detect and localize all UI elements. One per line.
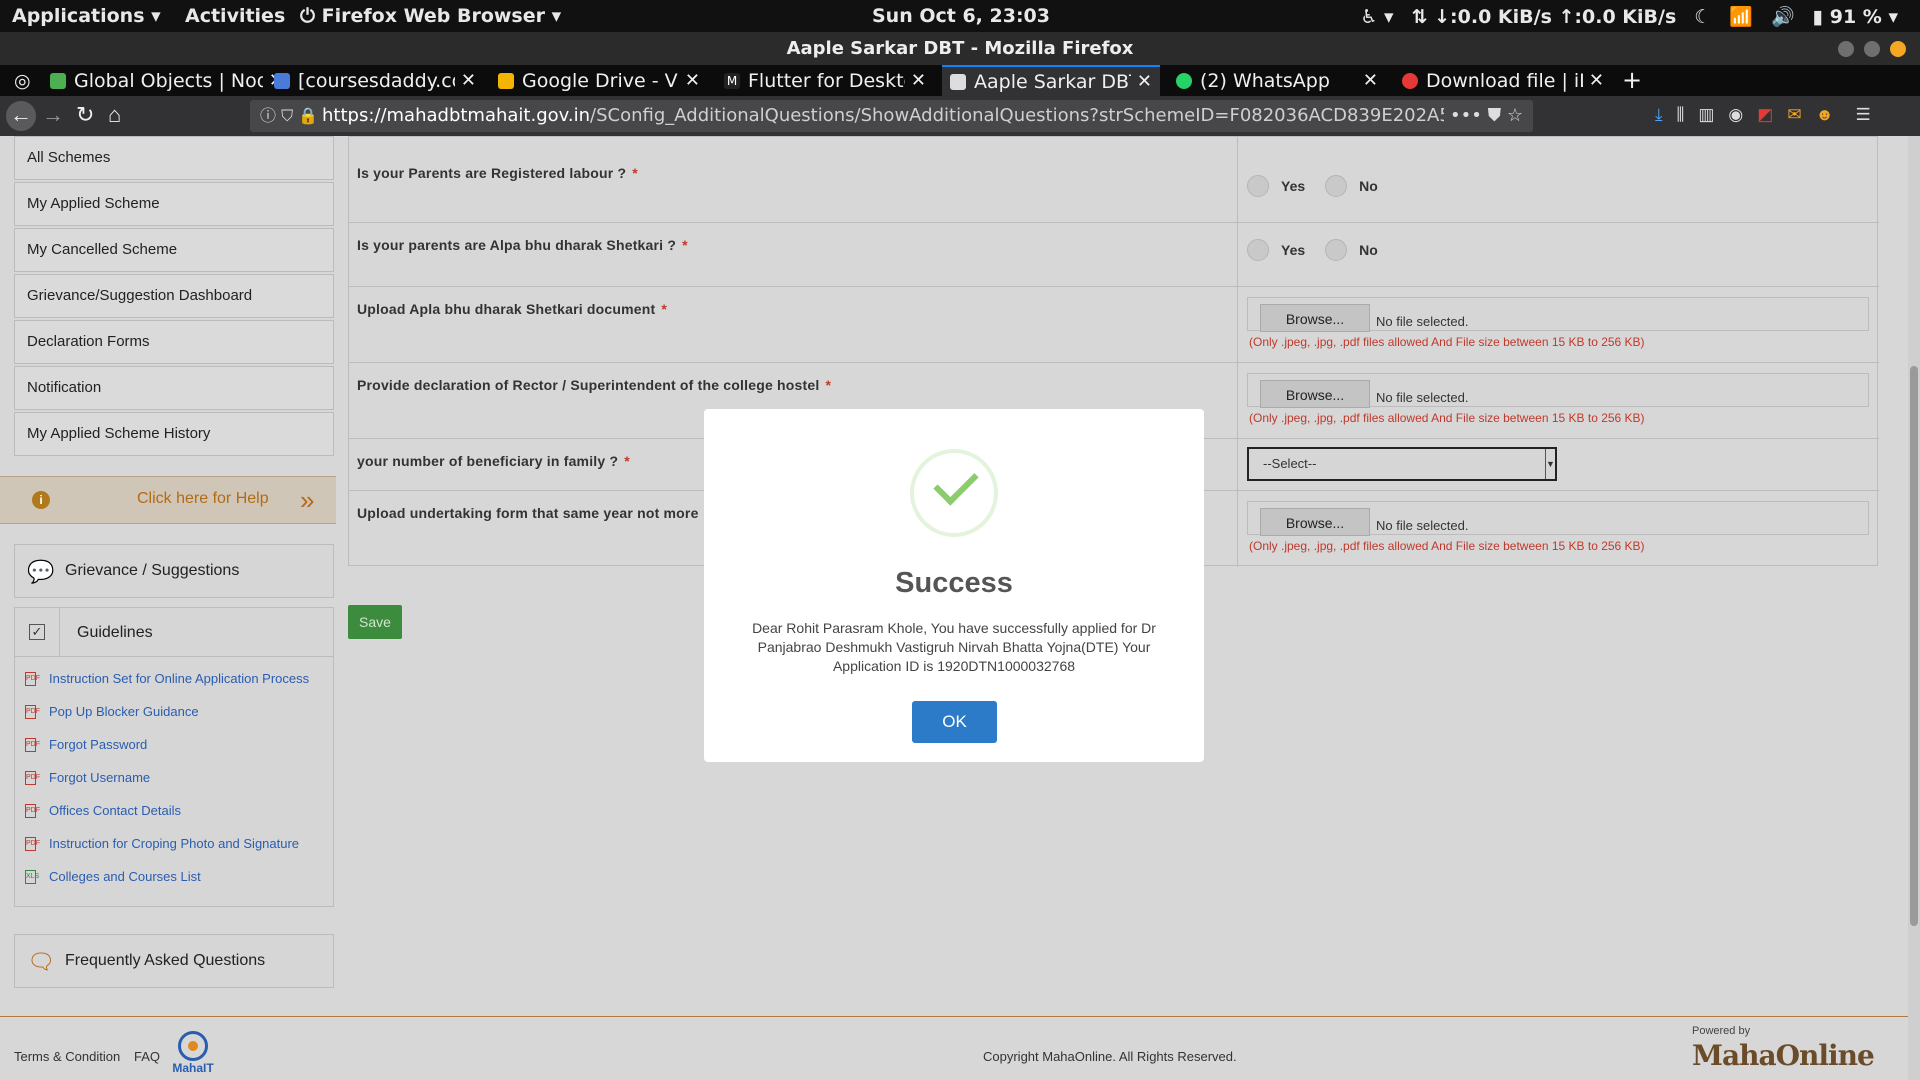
tab-title: Global Objects | Node <box>74 69 263 92</box>
system-tray[interactable]: ♿ ▾ ⇅ ↓:0.0 KiB/s ↑:0.0 KiB/s ☾ 📶 🔊 ▮ 91… <box>1360 5 1898 29</box>
transfer-icon: ⇅ <box>1411 5 1435 28</box>
pocket-icon[interactable]: ⛊ <box>1488 105 1502 126</box>
url-path: /SConfig_AdditionalQuestions/ShowAdditio… <box>590 105 1497 126</box>
new-tab-icon[interactable]: + <box>1622 65 1642 95</box>
library-icon[interactable]: ⫼ <box>1677 105 1685 125</box>
battery-text: 91 % ▾ <box>1829 5 1898 28</box>
tab-global-objects[interactable]: Global Objects | Node ✕ <box>42 65 292 96</box>
sidebar-icon[interactable]: ▥ <box>1698 105 1714 125</box>
tab-aaple-sarkar[interactable]: Aaple Sarkar DBT ✕ <box>942 65 1160 96</box>
applications-menu[interactable]: Applications ▾ <box>12 5 161 27</box>
nodejs-icon <box>50 72 66 89</box>
night-light-icon: ☾ <box>1694 5 1712 28</box>
navigation-bar: ← → ↻ ⌂ ⓘ ⛉ 🔒 https://mahadbtmahait.gov.… <box>0 96 1920 136</box>
window-title: Aaple Sarkar DBT - Mozilla Firefox <box>786 38 1134 59</box>
extension-pdf-icon[interactable]: ◩ <box>1757 105 1773 125</box>
tab-title: Aaple Sarkar DBT <box>974 70 1131 93</box>
google-drive-icon <box>498 72 514 89</box>
url-actions[interactable]: ••• ⛊ ☆ <box>1444 100 1523 132</box>
medium-icon: M <box>724 72 740 89</box>
close-tab-icon[interactable]: ✕ <box>1137 71 1152 92</box>
lock-icon[interactable]: 🔒 <box>298 106 318 125</box>
tab-coursesdaddy[interactable]: [coursesdaddy.com] Ge ✕ <box>266 65 484 96</box>
wifi-icon: 📶 <box>1729 6 1753 28</box>
extension-notification-icon[interactable]: ✉ <box>1787 105 1801 125</box>
battery-status[interactable]: ▮ 91 % ▾ <box>1813 6 1898 28</box>
app-menu[interactable]: ⏻ Firefox Web Browser ▾ <box>300 5 561 27</box>
success-check-icon <box>910 449 998 537</box>
minimize-button[interactable] <box>1838 41 1854 57</box>
toolbar-icons: ⤓ ⫼ ▥ ◉ ◩ ✉ ☻ ☰ <box>1655 105 1871 125</box>
close-tab-icon[interactable]: ✕ <box>1363 70 1378 91</box>
more-actions-icon[interactable]: ••• <box>1450 105 1482 126</box>
tab-title: Google Drive - Virus s <box>522 69 679 92</box>
tab-google-drive[interactable]: Google Drive - Virus s ✕ <box>490 65 708 96</box>
whatsapp-icon <box>1176 72 1192 89</box>
dialog-message: Dear Rohit Parasram Khole, You have succ… <box>752 620 1156 674</box>
tab-flutter[interactable]: M Flutter for Desktop: C ✕ <box>716 65 934 96</box>
ilovepdf-icon <box>1402 72 1418 89</box>
system-top-bar: Applications ▾ Activities ⏻ Firefox Web … <box>0 0 1920 32</box>
tab-title: [coursesdaddy.com] Ge <box>298 69 455 92</box>
power-icon: ⏻ <box>300 5 322 27</box>
tab-bar: ◎ Global Objects | Node ✕ [coursesdaddy.… <box>0 65 1920 96</box>
document-icon <box>274 72 290 89</box>
success-dialog: Success Dear Rohit Parasram Khole, You h… <box>704 409 1204 762</box>
site-info-icons[interactable]: ⓘ ⛉ 🔒 <box>260 100 318 132</box>
battery-icon: ▮ <box>1812 5 1830 28</box>
tab-title: Download file | iLove <box>1426 69 1583 92</box>
tab-title: (2) WhatsApp <box>1200 69 1330 92</box>
accessibility-icon[interactable]: ♿ ▾ <box>1360 6 1393 28</box>
close-tab-icon[interactable]: ✕ <box>1589 70 1604 91</box>
reload-icon[interactable]: ↻ <box>76 104 94 126</box>
extension-owl-icon[interactable]: ☻ <box>1816 105 1834 125</box>
close-tab-icon[interactable]: ✕ <box>461 70 476 91</box>
bookmark-star-icon[interactable]: ☆ <box>1507 105 1523 126</box>
menu-icon[interactable]: ☰ <box>1855 105 1870 125</box>
window-titlebar: Aaple Sarkar DBT - Mozilla Firefox <box>0 32 1920 65</box>
home-icon[interactable]: ⌂ <box>108 104 121 126</box>
tab-download-file[interactable]: Download file | iLove ✕ <box>1394 65 1612 96</box>
account-icon[interactable]: ◉ <box>1728 105 1743 125</box>
download-icon[interactable]: ⤓ <box>1655 105 1663 125</box>
network-speed-text: ↓:0.0 KiB/s ↑:0.0 KiB/s <box>1434 5 1677 28</box>
close-tab-icon[interactable]: ✕ <box>685 70 700 91</box>
tab-title: Flutter for Desktop: C <box>748 69 905 92</box>
tab-whatsapp[interactable]: (2) WhatsApp ✕ <box>1168 65 1386 96</box>
activities-button[interactable]: Activities <box>185 5 285 27</box>
page-icon <box>950 73 966 90</box>
web-page: All Schemes My Applied Scheme My Cancell… <box>0 136 1920 1080</box>
forward-icon[interactable]: → <box>42 104 64 126</box>
info-icon[interactable]: ⓘ <box>260 106 276 125</box>
volume-icon: 🔊 <box>1771 6 1795 28</box>
network-speed: ⇅ ↓:0.0 KiB/s ↑:0.0 KiB/s <box>1412 6 1677 28</box>
maximize-button[interactable] <box>1864 41 1880 57</box>
dialog-title: Success <box>895 567 1013 599</box>
url-host: https://mahadbtmahait.gov.in <box>322 105 591 126</box>
url-bar[interactable]: ⓘ ⛉ 🔒 https://mahadbtmahait.gov.in/SConf… <box>250 100 1533 132</box>
ok-button[interactable]: OK <box>912 701 997 743</box>
shield-icon[interactable]: ⛉ <box>281 106 293 125</box>
close-window-button[interactable] <box>1890 41 1906 57</box>
close-tab-icon[interactable]: ✕ <box>911 70 926 91</box>
back-icon[interactable]: ← <box>6 101 36 131</box>
clock[interactable]: Sun Oct 6, 23:03 <box>872 5 1050 27</box>
tab-overflow-icon[interactable]: ◎ <box>6 65 36 96</box>
app-menu-label: Firefox Web Browser ▾ <box>321 5 562 27</box>
